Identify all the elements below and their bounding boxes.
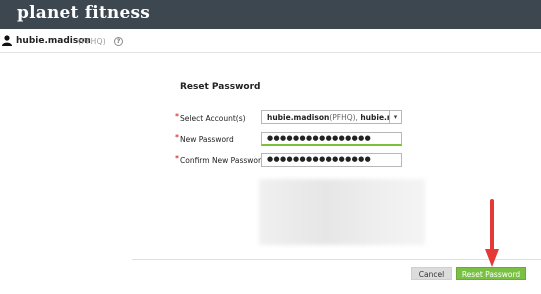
page-title: Reset Password (180, 82, 261, 92)
required-marker: * (175, 154, 179, 163)
blurred-content-area (259, 179, 425, 245)
footer-divider (132, 259, 541, 260)
confirm-password-label: Confirm New Password (180, 156, 266, 165)
red-arrow-annotation-icon (485, 199, 499, 267)
user-icon (2, 35, 12, 46)
help-icon[interactable]: ? (114, 37, 123, 46)
new-password-label: New Password (180, 135, 234, 144)
selected-account-user: hubie.madison (267, 113, 330, 122)
planet-fitness-logo[interactable]: planet fitness (17, 3, 150, 23)
new-password-field[interactable]: ●●●●●●●●●●●●●●●● (261, 132, 402, 146)
chevron-down-icon[interactable]: ▾ (389, 111, 401, 123)
required-marker: * (175, 112, 179, 121)
cancel-button[interactable]: Cancel (411, 267, 452, 280)
org-code: (PFHQ) (78, 37, 107, 46)
select-accounts-dropdown[interactable]: hubie.madison(PFHQ), hubie.madiso ▾ (261, 110, 402, 124)
confirm-password-field[interactable]: ●●●●●●●●●●●●●●●● (261, 153, 402, 167)
selected-account-org: (PFHQ), (329, 113, 358, 122)
top-navigation-bar: planet fitness (0, 0, 541, 29)
select-accounts-value: hubie.madison(PFHQ), hubie.madiso (267, 113, 401, 122)
select-accounts-label: Select Account(s) (180, 114, 246, 123)
user-info-bar: hubie.madison (PFHQ) ? (0, 29, 541, 53)
required-marker: * (175, 133, 179, 142)
